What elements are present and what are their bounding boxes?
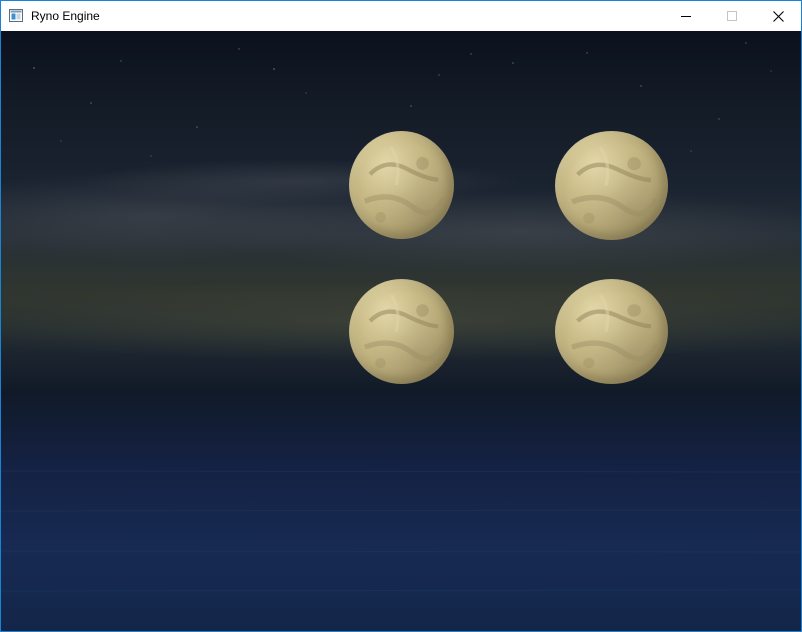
- moon-surface-texture: [570, 146, 660, 224]
- moon-sphere[interactable]: [555, 279, 668, 384]
- moon-surface-texture: [363, 146, 446, 223]
- water-ripples: [1, 470, 801, 592]
- render-viewport[interactable]: [1, 31, 801, 631]
- minimize-icon: [681, 16, 691, 17]
- close-button[interactable]: [755, 1, 801, 31]
- minimize-button[interactable]: [663, 1, 709, 31]
- close-icon: [773, 11, 784, 22]
- window-title: Ryno Engine: [31, 9, 100, 23]
- maximize-icon: [727, 11, 737, 21]
- window-app-icon: [9, 9, 23, 22]
- moon-surface-texture: [363, 293, 446, 369]
- title-bar[interactable]: Ryno Engine: [1, 1, 801, 31]
- moon-sphere[interactable]: [349, 279, 454, 384]
- maximize-button[interactable]: [709, 1, 755, 31]
- moon-sphere[interactable]: [555, 131, 668, 240]
- moon-sphere[interactable]: [349, 131, 454, 239]
- moon-surface-texture: [570, 293, 660, 369]
- app-window: Ryno Engine: [0, 0, 802, 632]
